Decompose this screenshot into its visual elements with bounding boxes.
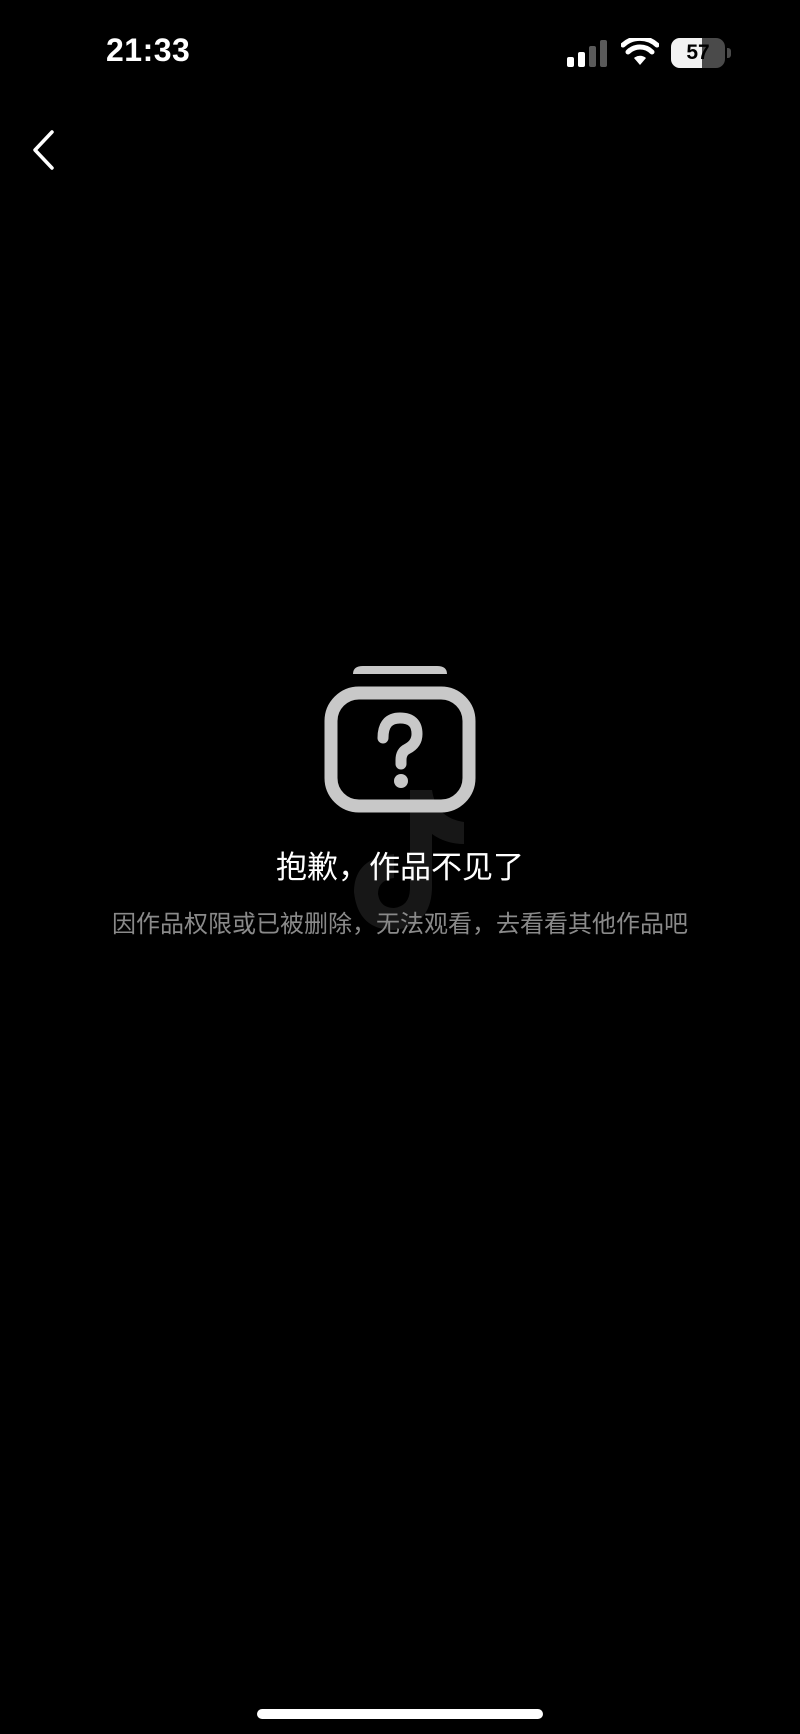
battery-cap	[727, 48, 731, 58]
back-button[interactable]	[22, 122, 70, 178]
battery-indicator: 57	[671, 38, 731, 68]
chevron-left-icon	[33, 130, 54, 170]
home-indicator[interactable]	[257, 1709, 543, 1719]
status-time: 21:33	[106, 32, 191, 68]
empty-state-title: 抱歉，作品不见了	[276, 850, 524, 886]
battery-icon: 57	[671, 38, 725, 68]
battery-level: 57	[686, 41, 710, 64]
wifi-icon	[621, 38, 659, 65]
signal-icon	[567, 40, 607, 67]
status-bar: 21:33 57	[0, 0, 800, 110]
missing-video-icon	[324, 666, 476, 813]
empty-state-message: 因作品权限或已被删除，无法观看，去看看其他作品吧	[112, 910, 688, 938]
